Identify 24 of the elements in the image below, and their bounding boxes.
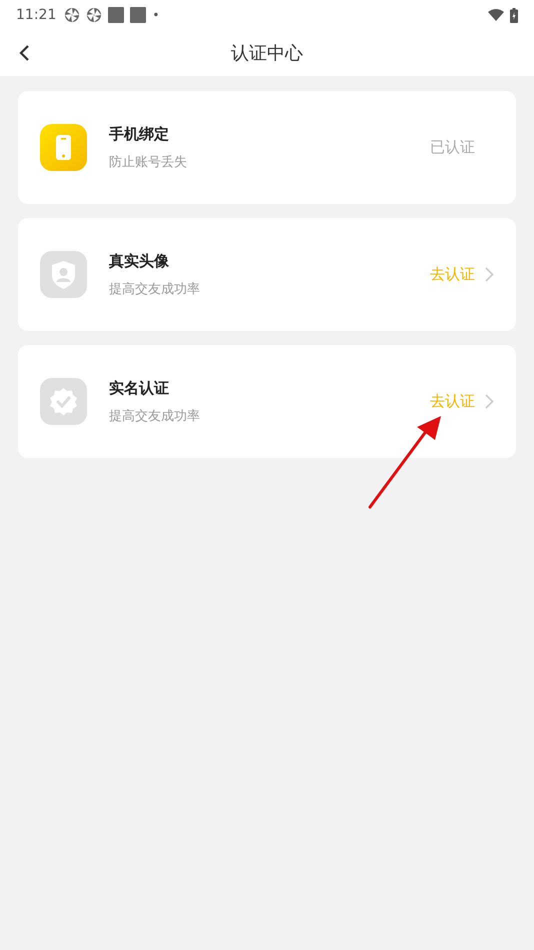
status-time: 11:21	[16, 7, 56, 23]
status-label: 已认证	[430, 138, 475, 157]
item-title: 真实头像	[109, 252, 170, 270]
square-icon	[108, 7, 124, 23]
item-subtitle: 提高交友成功率	[109, 408, 201, 424]
verification-card[interactable]: 真实头像 提高交友成功率 去认证	[18, 218, 516, 331]
page-title: 认证中心	[231, 42, 303, 65]
verification-card[interactable]: 实名认证 提高交友成功率 去认证	[18, 345, 516, 458]
item-subtitle: 防止账号丢失	[109, 154, 188, 170]
chevron-icon	[485, 267, 494, 282]
square-icon	[130, 7, 146, 23]
item-title: 手机绑定	[109, 124, 170, 144]
shield-person-icon	[40, 251, 87, 298]
phone-icon	[40, 124, 87, 171]
chevron-icon	[485, 394, 494, 409]
notification-dot: •	[152, 8, 160, 22]
wifi-icon	[488, 9, 504, 21]
aperture-icon	[64, 7, 80, 23]
battery-icon	[510, 8, 518, 22]
item-title: 实名认证	[109, 378, 170, 398]
item-subtitle: 提高交友成功率	[109, 280, 201, 298]
aperture-icon	[86, 7, 102, 23]
verification-card[interactable]: 手机绑定 防止账号丢失 已认证	[18, 91, 516, 204]
badge-check-icon	[40, 378, 87, 425]
